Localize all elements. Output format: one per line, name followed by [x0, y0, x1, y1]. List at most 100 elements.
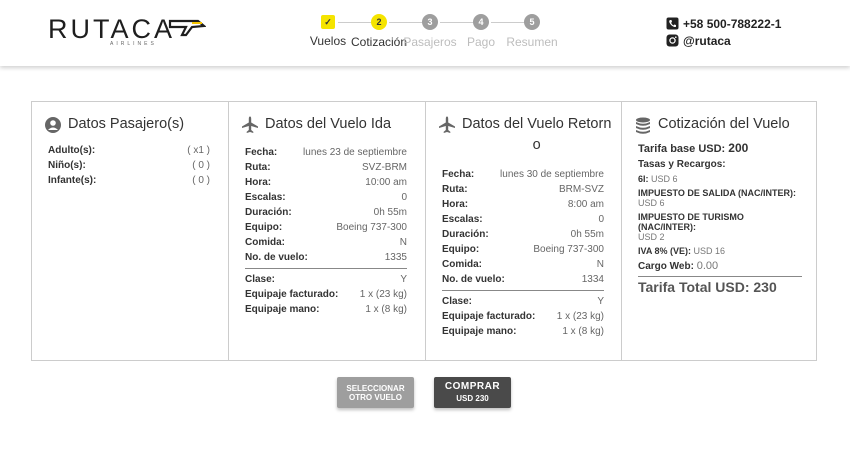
base-fare-label: Tarifa base USD: — [638, 143, 726, 155]
list-item: Hora: 8:00 am — [442, 197, 604, 212]
instagram-icon — [666, 34, 679, 47]
row-label: Duración: — [245, 207, 292, 218]
row-label: Escalas: — [442, 214, 483, 225]
row-value: lunes 30 de septiembre — [500, 169, 604, 180]
booking-stepper: ✓ Vuelos 2 Cotización 3 Pasajeros 4 Pago… — [308, 14, 568, 54]
button-label: SELECCIONAR — [346, 383, 405, 393]
row-value: Boeing 737-300 — [533, 244, 604, 255]
step-resumen[interactable]: 5 Resumen — [502, 14, 562, 49]
top-header: RUTACA AIRLINES ✓ Vuelos 2 Cotización 3 … — [0, 0, 850, 66]
row-value: 0 — [598, 214, 604, 225]
row-value: ( x1 ) — [187, 145, 210, 156]
tax-item: IVA 8% (VE): USD 16 — [638, 246, 802, 256]
divider — [442, 290, 604, 291]
list-item: Duración: 0h 55m — [442, 227, 604, 242]
row-label: Duración: — [442, 229, 489, 240]
row-label: Equipaje mano: — [245, 304, 320, 315]
tax-label: IVA 8% (VE): — [638, 246, 692, 256]
list-item: Fecha: lunes 23 de septiembre — [245, 145, 407, 160]
select-other-flight-button[interactable]: SELECCIONAR OTRO VUELO — [337, 377, 414, 408]
row-value: ( 0 ) — [192, 175, 210, 186]
outbound-title: Datos del Vuelo Ida — [265, 116, 392, 132]
row-label: Ruta: — [442, 184, 468, 195]
row-value: 0h 55m — [570, 229, 604, 240]
row-label: Adulto(s): — [48, 145, 96, 156]
row-label: Comida: — [442, 259, 482, 270]
row-value: 10:00 am — [365, 177, 407, 188]
booking-panels: Datos Pasajero(s) Adulto(s): ( x1 ) Niño(… — [31, 101, 817, 361]
instagram-contact[interactable]: @rutaca — [666, 32, 781, 49]
tax-item: 6I: USD 6 — [638, 174, 802, 184]
total-fare: Tarifa Total USD: 230 — [638, 276, 802, 295]
tax-value-row: USD 2 — [638, 232, 802, 242]
step-number: 2 — [371, 14, 387, 30]
list-item: Adulto(s): ( x1 ) — [48, 143, 210, 158]
row-value: 1335 — [384, 252, 407, 263]
list-item: Equipaje facturado: 1 x (23 kg) — [442, 309, 604, 324]
coins-icon — [634, 116, 652, 134]
taxes-label: Tasas y Recargos: — [638, 159, 726, 170]
rutaca-logo[interactable]: RUTACA AIRLINES — [48, 14, 208, 48]
row-value: Y — [400, 274, 407, 285]
tax-item: IMPUESTO DE SALIDA (NAC/INTER): — [638, 188, 802, 198]
row-label: Clase: — [442, 296, 473, 307]
logo-tagline: AIRLINES — [110, 41, 157, 47]
row-label: Clase: — [245, 274, 276, 285]
passengers-title: Datos Pasajero(s) — [68, 116, 185, 132]
row-label: Infante(s): — [48, 175, 97, 186]
list-item: Clase: Y — [245, 272, 407, 287]
row-value: 1 x (8 kg) — [562, 326, 604, 337]
row-label: Equipaje facturado: — [245, 289, 339, 300]
quote-details: Tarifa base USD: 200 Tasas y Recargos: 6… — [638, 141, 802, 295]
buy-button[interactable]: COMPRAR USD 230 — [434, 377, 511, 408]
row-value: SVZ-BRM — [362, 162, 407, 173]
row-label: Equipo: — [245, 222, 283, 233]
row-value: 0h 55m — [373, 207, 407, 218]
list-item: Equipo: Boeing 737-300 — [245, 220, 407, 235]
list-item: Duración: 0h 55m — [245, 205, 407, 220]
row-value: Y — [597, 296, 604, 307]
tax-label: IMPUESTO DE SALIDA (NAC/INTER): — [638, 188, 797, 198]
row-value: 1 x (23 kg) — [359, 289, 407, 300]
panel-title: Cotización del Vuelo — [634, 116, 790, 134]
tax-value: USD 2 — [638, 232, 665, 242]
wing-icon — [168, 19, 206, 37]
tax-item: IMPUESTO DE TURISMO (NAC/INTER): — [638, 212, 802, 232]
tax-value: USD 6 — [638, 198, 665, 208]
row-value: ( 0 ) — [192, 160, 210, 171]
list-item: Ruta: SVZ-BRM — [245, 160, 407, 175]
web-charge-label: Cargo Web: — [638, 261, 694, 272]
row-label: Equipaje mano: — [442, 326, 517, 337]
row-label: Hora: — [245, 177, 272, 188]
list-item: Equipaje facturado: 1 x (23 kg) — [245, 287, 407, 302]
step-number: 4 — [473, 14, 489, 30]
tax-label: IMPUESTO DE TURISMO (NAC/INTER): — [638, 212, 744, 232]
row-value: BRM-SVZ — [559, 184, 604, 195]
user-icon — [44, 116, 62, 134]
quote-panel: Cotización del Vuelo Tarifa base USD: 20… — [622, 102, 816, 360]
row-label: Equipo: — [442, 244, 480, 255]
airplane-icon — [438, 116, 456, 134]
list-item: Hora: 10:00 am — [245, 175, 407, 190]
row-value: 8:00 am — [567, 199, 604, 210]
row-label: Hora: — [442, 199, 469, 210]
row-value: Boeing 737-300 — [336, 222, 407, 233]
list-item: Comida: N — [245, 235, 407, 250]
taxes-heading: Tasas y Recargos: — [638, 159, 802, 170]
instagram-handle: @rutaca — [683, 33, 731, 48]
row-label: Ruta: — [245, 162, 271, 173]
list-item: Ruta: BRM-SVZ — [442, 182, 604, 197]
return-title-line1: Datos del Vuelo Retorn — [462, 116, 612, 132]
button-price: USD 230 — [456, 394, 489, 403]
base-fare: Tarifa base USD: 200 — [638, 141, 802, 155]
list-item: Escalas: 0 — [442, 212, 604, 227]
phone-contact[interactable]: +58 500-788222-1 — [666, 15, 781, 32]
row-label: Escalas: — [245, 192, 286, 203]
row-value: 0 — [401, 192, 407, 203]
row-value: 1 x (23 kg) — [556, 311, 604, 322]
outbound-details: Fecha: lunes 23 de septiembre Ruta: SVZ-BR… — [245, 145, 407, 317]
check-icon: ✓ — [321, 15, 335, 29]
return-details: Fecha: lunes 30 de septiembre Ruta: BRM-SV… — [442, 167, 604, 339]
divider — [245, 268, 407, 269]
step-number: 5 — [524, 14, 540, 30]
